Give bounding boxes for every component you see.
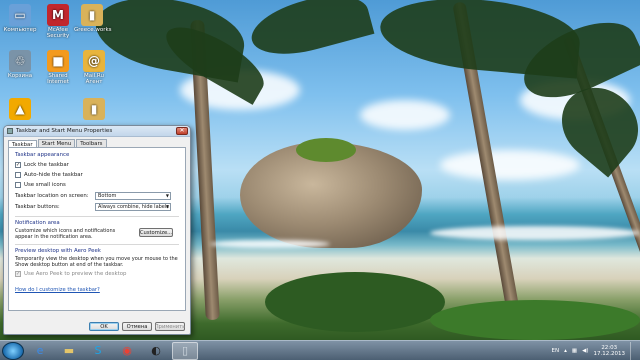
close-button[interactable]: ✕ (176, 127, 188, 135)
volume-icon[interactable]: ◀) (582, 348, 588, 354)
location-value: Bottom (98, 192, 117, 199)
location-label: Taskbar location on screen: (15, 192, 89, 199)
small-icons-checkbox[interactable] (15, 182, 21, 188)
taskbar: e ▬ S ◉ ◐ ▯ EN ▴ ▦ ◀) 22:03 17.12.2013 (0, 340, 640, 360)
aero-peek-checkbox[interactable]: ✓ (15, 271, 21, 277)
desktop-icon-glyph: @ (83, 50, 105, 72)
taskbar-properties-dialog: Taskbar and Start Menu Properties ✕ Task… (3, 125, 191, 335)
start-button[interactable] (2, 341, 24, 360)
show-desktop-button[interactable] (630, 341, 636, 360)
small-icons-label: Use small icons (24, 182, 66, 188)
taskbar-properties-icon[interactable]: ▯ (172, 341, 198, 360)
desktop-icon-label: Mail.Ru Агент (84, 73, 104, 85)
desktop-icon-label: Компьютер (3, 27, 37, 33)
desktop-icon-glyph: ▭ (9, 4, 31, 26)
small-icons-option[interactable]: Use small icons (15, 180, 179, 190)
aero-peek-description: Temporarily view the desktop when you mo… (15, 256, 178, 268)
taskbar-pinned-items: e ▬ S ◉ ◐ ▯ (24, 341, 198, 360)
desktop-icon-label: Shared Internet (47, 73, 69, 85)
help-link[interactable]: How do I customize the taskbar? (15, 287, 100, 293)
system-tray: EN ▴ ▦ ◀) 22:03 17.12.2013 (552, 341, 640, 360)
desktop-icon-glyph: ▲ (9, 98, 31, 120)
skype-icon[interactable]: S (85, 342, 111, 360)
customize-button[interactable]: Customize... (139, 228, 173, 237)
buttons-value: Always combine, hide labels (98, 203, 169, 210)
language-indicator[interactable]: EN (552, 348, 560, 354)
desktop-icon-label: McAfee Security (46, 27, 70, 39)
chrome-icon[interactable]: ◉ (114, 342, 140, 360)
notification-row: Customize which icons and notifications … (15, 228, 179, 240)
clock-date: 17.12.2013 (593, 350, 626, 357)
cloud (360, 100, 450, 130)
desktop-icon[interactable]: ■ Shared Internet (40, 50, 76, 85)
explorer-icon[interactable]: ▬ (56, 342, 82, 360)
desktop-icon-glyph: ♲ (9, 50, 31, 72)
surf-wave (210, 240, 330, 248)
chevron-down-icon: ▼ (165, 192, 169, 198)
surf-wave (430, 226, 640, 240)
desktop-icon-label: Корзина (7, 73, 33, 79)
desktop-icon-glyph: ■ (47, 50, 69, 72)
taskbar-tab-panel: Taskbar appearance ✓ Lock the taskbar Au… (8, 147, 186, 311)
taskbar-appearance-heading: Taskbar appearance (15, 152, 70, 158)
lock-taskbar-label: Lock the taskbar (24, 162, 69, 168)
grass (430, 300, 640, 340)
desktop-icon-glyph: M (47, 4, 69, 26)
obs-icon[interactable]: ◐ (143, 342, 169, 360)
autohide-label: Auto-hide the taskbar (24, 172, 83, 178)
location-row: Taskbar location on screen: Bottom ▼ (15, 190, 179, 201)
notification-area-heading: Notification area (15, 220, 60, 226)
rock-vegetation (296, 138, 356, 162)
cancel-button[interactable]: Отмена (122, 322, 152, 331)
clock[interactable]: 22:03 17.12.2013 (594, 345, 626, 357)
desktop-icon[interactable]: ▭ Компьютер (2, 4, 38, 33)
apply-button[interactable]: Применить (155, 322, 185, 331)
cloud (440, 150, 580, 180)
autohide-option[interactable]: Auto-hide the taskbar (15, 170, 179, 180)
dialog-title: Taskbar and Start Menu Properties (16, 128, 113, 134)
lock-taskbar-option[interactable]: ✓ Lock the taskbar (15, 160, 179, 170)
buttons-row: Taskbar buttons: Always combine, hide la… (15, 201, 179, 212)
tray-arrow-icon[interactable]: ▴ (564, 348, 567, 354)
divider (15, 244, 179, 245)
desktop-icon-glyph: ▮ (83, 98, 105, 120)
desktop-icon-glyph: ▮ (81, 4, 103, 26)
desktop-icon-label: Greece.works (74, 27, 112, 33)
buttons-label: Taskbar buttons: (15, 203, 60, 210)
desktop-icon[interactable]: ▲ (2, 98, 38, 121)
help-link-row: How do I customize the taskbar? (15, 287, 179, 293)
ok-button[interactable]: OK (89, 322, 119, 331)
buttons-select[interactable]: Always combine, hide labels ▼ (95, 202, 171, 211)
desktop-icon[interactable]: ▮ Greece.works (74, 4, 112, 33)
lock-taskbar-checkbox[interactable]: ✓ (15, 162, 21, 168)
desktop-icon[interactable]: ♲ Корзина (2, 50, 38, 79)
desktop-icon[interactable]: @ Mail.Ru Агент (76, 50, 112, 85)
notification-description: Customize which icons and notifications … (15, 228, 116, 240)
desktop-icon[interactable]: ▮ (76, 98, 112, 121)
network-icon[interactable]: ▦ (572, 348, 577, 354)
aero-peek-heading: Preview desktop with Aero Peek (15, 248, 101, 254)
dialog-footer: OK Отмена Применить (4, 322, 190, 331)
foreground-bush (265, 272, 445, 332)
desktop-icon[interactable]: M McAfee Security (40, 4, 76, 39)
divider (15, 216, 179, 217)
aero-peek-label: Use Aero Peek to preview the desktop (24, 271, 127, 277)
ie-icon[interactable]: e (27, 342, 53, 360)
dialog-app-icon (7, 128, 13, 134)
location-select[interactable]: Bottom ▼ (95, 191, 171, 200)
dialog-titlebar[interactable]: Taskbar and Start Menu Properties ✕ (4, 126, 190, 137)
palm-fronds (245, 0, 375, 65)
chevron-down-icon: ▼ (165, 203, 169, 209)
autohide-checkbox[interactable] (15, 172, 21, 178)
aero-peek-option[interactable]: ✓ Use Aero Peek to preview the desktop (15, 269, 179, 279)
